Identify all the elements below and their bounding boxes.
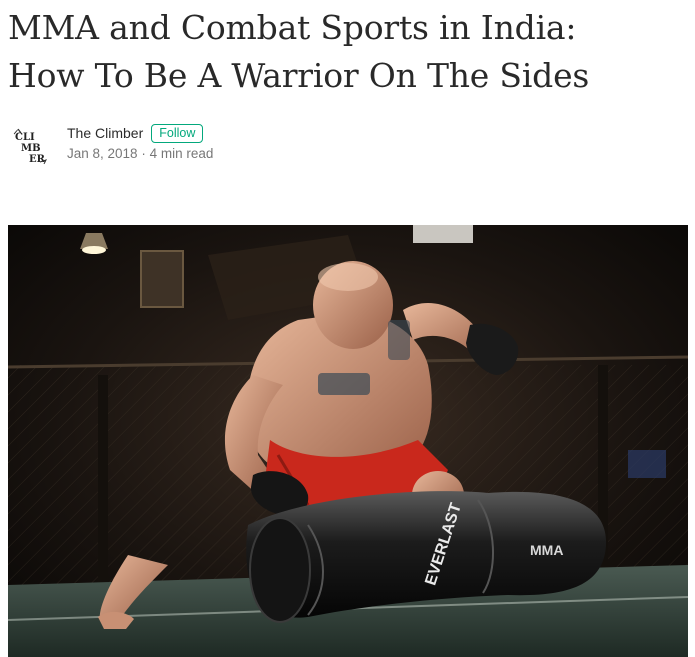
article-title: MMA and Combat Sports in India: How To B…	[8, 4, 688, 100]
svg-text:CLI: CLI	[15, 132, 35, 143]
author-row: The Climber Follow	[67, 122, 213, 144]
read-time: 4 min read	[149, 146, 214, 161]
author-meta: The Climber Follow Jan 8, 2018 · 4 min r…	[67, 122, 213, 161]
follow-button[interactable]: Follow	[151, 123, 204, 143]
svg-text:ER: ER	[29, 154, 46, 165]
svg-text:MB: MB	[21, 143, 41, 154]
article-title-line-1: MMA and Combat Sports in India:	[8, 8, 577, 47]
bag-mma-label: MMA	[530, 542, 563, 558]
climber-logo-icon: CLI MB ER	[11, 125, 53, 167]
post-meta: Jan 8, 2018 · 4 min read	[67, 146, 213, 161]
hero-image: EVERLAST MMA	[8, 225, 688, 657]
meta-separator: ·	[141, 146, 146, 161]
mma-fighter-image-icon: EVERLAST MMA	[8, 225, 688, 657]
author-name-link[interactable]: The Climber	[67, 125, 143, 141]
author-avatar[interactable]: CLI MB ER	[10, 124, 54, 168]
publish-date: Jan 8, 2018	[67, 146, 138, 161]
article-title-line-2: How To Be A Warrior On The Sides	[8, 56, 590, 95]
